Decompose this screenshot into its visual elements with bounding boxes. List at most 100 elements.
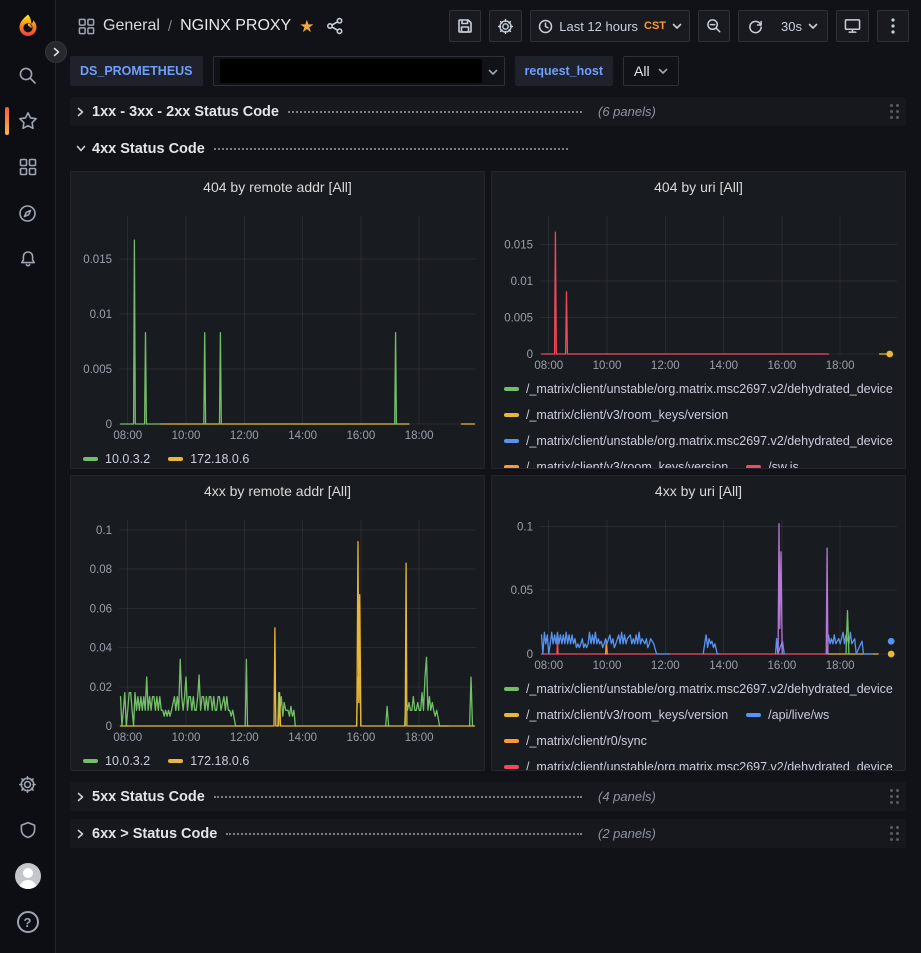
dashboards-grid-icon (19, 158, 37, 176)
row-title-wrap: 6xx > Status Code (92, 826, 584, 842)
legend-item[interactable]: 10.0.3.2 (83, 748, 150, 770)
legend-label: /_matrix/client/unstable/org.matrix.msc2… (526, 382, 893, 396)
row-header-6xx[interactable]: 6xx > Status Code (2 panels) (70, 819, 906, 848)
active-indicator (5, 107, 9, 135)
datasource-variable-label[interactable]: DS_PROMETHEUS (70, 56, 203, 86)
request-host-variable-label[interactable]: request_host (515, 56, 614, 86)
sidebar-expand-button[interactable] (45, 41, 67, 63)
row-panel-count: (6 panels) (598, 104, 656, 119)
sidebar-item-help[interactable]: ? (0, 899, 56, 945)
refresh-button[interactable] (739, 11, 772, 41)
star-filled-icon[interactable]: ★ (299, 18, 314, 35)
row-drag-handle[interactable] (888, 824, 902, 844)
save-dashboard-button[interactable] (449, 10, 481, 42)
tv-mode-button[interactable] (836, 10, 869, 42)
shield-icon (19, 821, 37, 839)
request-host-variable-select[interactable]: All (623, 56, 679, 86)
svg-text:10:00: 10:00 (172, 732, 201, 744)
legend-item[interactable]: /_matrix/client/v3/room_keys/version (504, 454, 728, 468)
svg-text:12:00: 12:00 (230, 732, 259, 744)
refresh-interval-label: 30s (781, 19, 802, 34)
svg-text:16:00: 16:00 (346, 430, 375, 442)
zoom-out-icon (706, 18, 722, 34)
row-header-4xx[interactable]: 4xx Status Code (70, 134, 906, 163)
legend-label: /_matrix/client/r0/sync (526, 734, 647, 748)
zoom-out-button[interactable] (698, 10, 730, 42)
legend-swatch (168, 457, 183, 461)
breadcrumb-dashboard[interactable]: NGINX PROXY (180, 17, 291, 35)
timeseries-chart[interactable]: 00.0050.010.01508:0010:0012:0014:0016:00… (492, 202, 905, 374)
panel-title[interactable]: 4xx by uri [All] (492, 476, 905, 506)
panel-4xx-by-uri: 4xx by uri [All] 00.050.108:0010:0012:00… (491, 475, 906, 771)
dashboard-settings-button[interactable] (489, 10, 522, 42)
sidebar-item-configuration[interactable] (0, 761, 56, 807)
dotted-leader (214, 796, 582, 798)
sidebar-item-alerting[interactable] (0, 236, 56, 282)
time-range-picker[interactable]: Last 12 hours CST (530, 10, 690, 42)
legend-item[interactable]: /_matrix/client/unstable/org.matrix.msc2… (504, 754, 893, 770)
panel-title[interactable]: 4xx by remote addr [All] (71, 476, 484, 506)
legend-item[interactable]: /_matrix/client/v3/room_keys/version (504, 702, 728, 728)
legend-item[interactable]: 10.0.3.2 (83, 446, 150, 468)
panel-legend: /_matrix/client/unstable/org.matrix.msc2… (492, 374, 905, 468)
legend-item[interactable]: /_matrix/client/r0/sync (504, 728, 647, 754)
row-header-5xx[interactable]: 5xx Status Code (4 panels) (70, 782, 906, 811)
main-area: General / NGINX PROXY ★ Last 12 hours (56, 0, 921, 953)
row-title-wrap: 4xx Status Code (92, 141, 570, 157)
datasource-variable-select[interactable] (213, 56, 505, 86)
panel-title[interactable]: 404 by remote addr [All] (71, 172, 484, 202)
row-drag-handle[interactable] (888, 102, 902, 122)
svg-text:0: 0 (527, 649, 533, 661)
legend-swatch (168, 759, 183, 763)
svg-text:0.06: 0.06 (90, 603, 112, 615)
search-icon (18, 66, 37, 85)
more-options-button[interactable] (877, 10, 909, 42)
legend-item[interactable]: /_matrix/client/unstable/org.matrix.msc2… (504, 428, 893, 454)
legend-item[interactable]: 172.18.0.6 (168, 446, 249, 468)
row-drag-handle[interactable] (888, 787, 902, 807)
legend-item[interactable]: /_matrix/client/unstable/org.matrix.msc2… (504, 676, 893, 702)
legend-label: /_matrix/client/unstable/org.matrix.msc2… (526, 760, 893, 770)
panel-title[interactable]: 404 by uri [All] (492, 172, 905, 202)
legend-item[interactable]: /_matrix/client/v3/room_keys/version (504, 402, 728, 428)
timeseries-chart[interactable]: 00.050.108:0010:0012:0014:0016:0018:00 (492, 506, 905, 674)
variables-bar: DS_PROMETHEUS request_host All (56, 52, 921, 90)
svg-text:12:00: 12:00 (230, 430, 259, 442)
legend-item[interactable]: /sw.js (746, 454, 799, 468)
share-icon[interactable] (326, 17, 344, 35)
dotted-leader (214, 148, 568, 150)
clock-icon (538, 19, 553, 34)
timeseries-chart[interactable]: 00.0050.010.01508:0010:0012:0014:0016:00… (71, 202, 484, 444)
sidebar-item-explore[interactable] (0, 190, 56, 236)
refresh-interval-dropdown[interactable]: 30s (772, 11, 827, 41)
svg-text:0: 0 (106, 721, 112, 733)
dashboard-scroll-area: 1xx - 3xx - 2xx Status Code (6 panels) 4… (56, 90, 921, 953)
avatar (15, 863, 41, 889)
sidebar-item-server-admin[interactable] (0, 807, 56, 853)
breadcrumb-folder[interactable]: General (103, 17, 160, 35)
monitor-icon (844, 18, 861, 34)
row-panel-count: (4 panels) (598, 789, 656, 804)
legend-item[interactable]: /api/live/ws (746, 702, 829, 728)
sidebar-item-starred[interactable] (0, 98, 56, 144)
dotted-leader (226, 833, 582, 835)
legend-swatch (504, 465, 519, 468)
svg-text:18:00: 18:00 (405, 732, 434, 744)
legend-label: /sw.js (768, 460, 799, 468)
chevron-down-icon (808, 23, 818, 30)
svg-text:14:00: 14:00 (709, 660, 738, 672)
sidebar-item-dashboards[interactable] (0, 144, 56, 190)
legend-item[interactable]: 172.18.0.6 (168, 748, 249, 770)
legend-item[interactable]: /_matrix/client/unstable/org.matrix.msc2… (504, 376, 893, 402)
sidebar-item-profile[interactable] (0, 853, 56, 899)
svg-text:16:00: 16:00 (346, 732, 375, 744)
legend-label: 172.18.0.6 (190, 754, 249, 768)
svg-text:08:00: 08:00 (113, 430, 142, 442)
svg-text:0.1: 0.1 (96, 525, 112, 537)
svg-text:0.05: 0.05 (511, 585, 533, 597)
row-header-1xx[interactable]: 1xx - 3xx - 2xx Status Code (6 panels) (70, 97, 906, 126)
panel-4xx-by-remote-addr: 4xx by remote addr [All] 00.020.040.060.… (70, 475, 485, 771)
panel-legend: 10.0.3.2 172.18.0.6 (71, 746, 484, 770)
timeseries-chart[interactable]: 00.020.040.060.080.108:0010:0012:0014:00… (71, 506, 484, 746)
sidebar-bottom: ? (0, 761, 56, 953)
